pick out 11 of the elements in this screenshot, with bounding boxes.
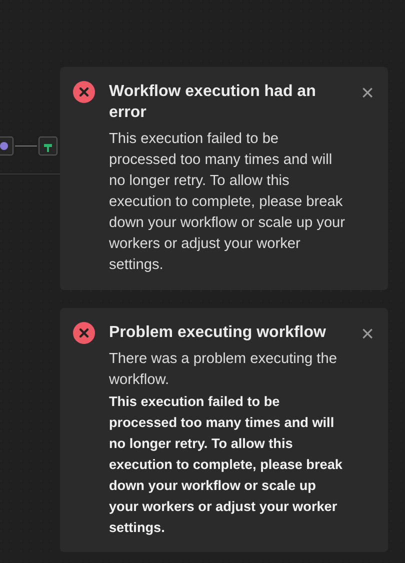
workflow-node[interactable]: [38, 136, 58, 156]
workflow-node[interactable]: [0, 136, 14, 156]
toast-title: Workflow execution had an error: [109, 82, 317, 123]
error-icon: [72, 321, 96, 345]
toast-message: This execution failed to be processed too many times and will no longer retry. To allow this execution to complete, please break down your workflow or scale up your workers or adjust your worker settings.: [109, 393, 344, 537]
toast-title: Problem executing workflow: [109, 323, 327, 343]
toast-message: There was a problem executing the workflow.: [109, 350, 338, 390]
toast-message: This execution failed to be processed too many times and will no longer retry. To allow this execution to complete, please break down your workflow or scale up your workers or adjust your worker settings.: [109, 130, 346, 275]
error-icon: [72, 80, 96, 104]
close-button[interactable]: ×: [361, 83, 374, 103]
close-button[interactable]: ×: [361, 324, 374, 344]
